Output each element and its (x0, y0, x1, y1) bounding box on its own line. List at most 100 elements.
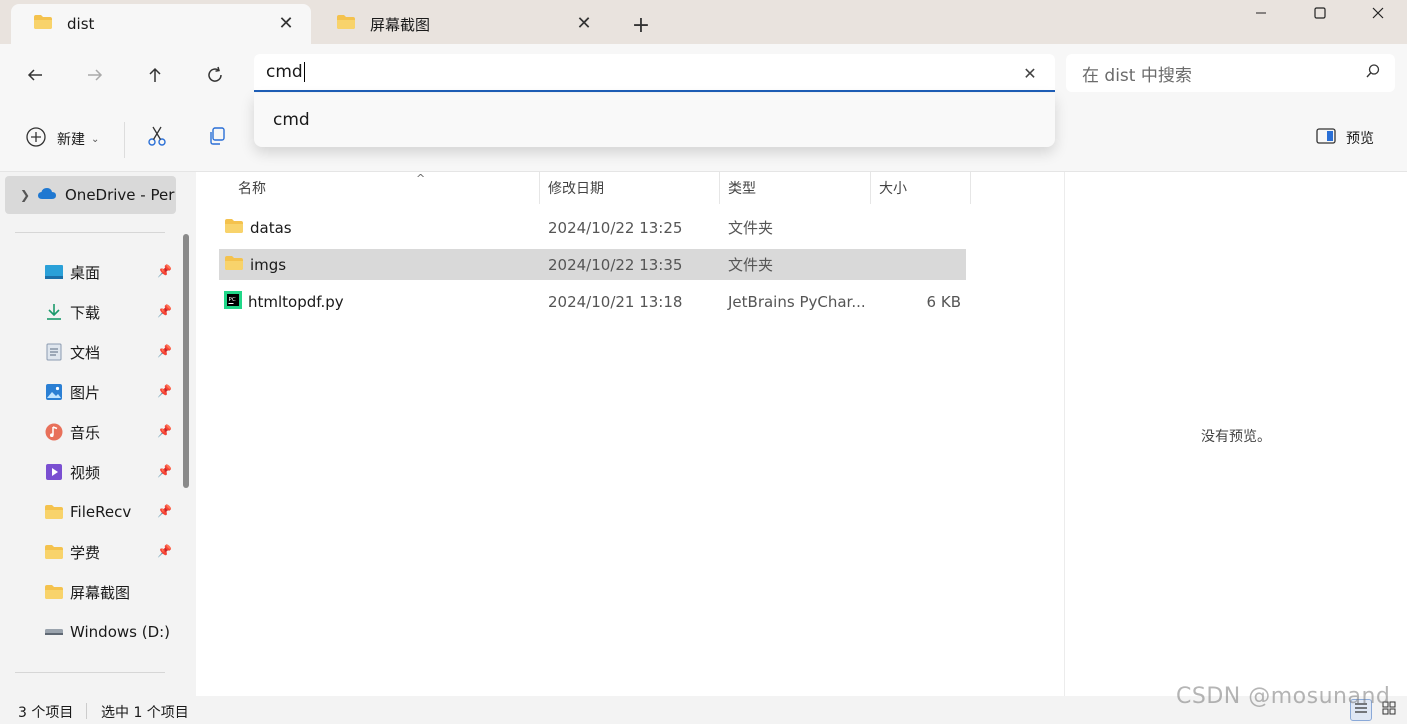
close-window-button[interactable] (1355, 0, 1401, 26)
file-name: imgs (250, 255, 287, 274)
search-icon[interactable] (1365, 63, 1381, 84)
sidebar-item-music[interactable]: 音乐 📌 (44, 418, 174, 446)
sidebar-item-label: 桌面 (70, 263, 101, 282)
preview-pane-icon (1316, 128, 1336, 148)
sidebar-item-label: 音乐 (70, 423, 101, 442)
sidebar-item-label: 文档 (70, 343, 101, 362)
search-input[interactable]: 在 dist 中搜索 (1066, 54, 1395, 92)
close-tab-icon[interactable]: ✕ (275, 12, 297, 34)
back-button[interactable] (20, 60, 50, 90)
column-label: 类型 (728, 181, 756, 197)
maximize-button[interactable] (1297, 0, 1343, 26)
suggestion-text: cmd (273, 110, 310, 130)
folder-icon (224, 218, 244, 238)
sidebar-divider (15, 672, 165, 673)
sidebar-scrollbar[interactable] (183, 234, 189, 488)
pin-icon[interactable]: 📌 (157, 304, 172, 318)
videos-icon (44, 462, 64, 482)
pictures-icon (44, 382, 64, 402)
sidebar-item-label: Windows (D:) (70, 623, 171, 641)
preview-pane-button[interactable]: 预览 (1316, 128, 1374, 148)
preview-label: 预览 (1346, 131, 1374, 147)
music-icon (44, 422, 64, 442)
watermark: CSDN @mosunand (1176, 684, 1391, 709)
table-row[interactable]: PC htmltopdf.py 2024/10/21 13:18 JetBrai… (219, 286, 966, 317)
sidebar-item-downloads[interactable]: 下载 📌 (44, 298, 174, 326)
file-type: 文件夹 (728, 256, 774, 274)
sidebar-item-screenshots[interactable]: 屏幕截图 (44, 578, 174, 606)
new-button[interactable]: 新建 ⌄ (25, 126, 99, 152)
tab-label: dist (67, 15, 95, 33)
cut-button[interactable] (145, 126, 169, 150)
svg-text:PC: PC (229, 297, 236, 303)
pin-icon[interactable]: 📌 (157, 424, 172, 438)
sidebar-item-label: 视频 (70, 463, 101, 482)
column-header-type[interactable]: 类型 (720, 172, 871, 204)
scissors-icon (147, 125, 167, 151)
up-button[interactable] (140, 60, 170, 90)
folder-icon (33, 14, 53, 34)
sidebar-item-videos[interactable]: 视频 📌 (44, 458, 174, 486)
preview-pane: 没有预览。 (1064, 172, 1407, 696)
no-preview-message: 没有预览。 (1201, 429, 1271, 445)
file-name: htmltopdf.py (248, 292, 344, 311)
file-name: datas (250, 218, 292, 237)
pin-icon[interactable]: 📌 (157, 504, 172, 518)
pin-icon[interactable]: 📌 (157, 384, 172, 398)
copy-icon (207, 126, 227, 150)
minimize-button[interactable] (1238, 0, 1284, 26)
column-label: 大小 (879, 181, 907, 197)
sidebar-item-drive-d[interactable]: Windows (D:) (44, 618, 174, 646)
onedrive-cloud-icon (37, 186, 57, 204)
sidebar-item-tuition[interactable]: 学费 📌 (44, 538, 174, 566)
sidebar-item-label: 屏幕截图 (70, 583, 131, 602)
tab-bar: dist ✕ 屏幕截图 ✕ + (0, 0, 1407, 44)
file-size: 6 KB (926, 292, 961, 311)
plus-circle-icon (25, 126, 47, 152)
address-input[interactable]: cmd ✕ (254, 54, 1055, 92)
sort-ascending-icon: ^ (416, 172, 426, 185)
sidebar-item-label: 下载 (70, 303, 101, 322)
column-label: 修改日期 (548, 181, 604, 197)
table-row[interactable]: datas 2024/10/22 13:25 文件夹 (219, 212, 966, 243)
sidebar-item-pictures[interactable]: 图片 📌 (44, 378, 174, 406)
tab-dist[interactable]: dist ✕ (11, 4, 311, 44)
sidebar-item-label: 学费 (70, 543, 101, 562)
new-tab-button[interactable]: + (628, 12, 654, 38)
pin-icon[interactable]: 📌 (157, 264, 172, 278)
navigation-pane: ❯ OneDrive - Per 桌面 📌 下载 📌 文档 📌 图片 📌 音乐 … (0, 172, 196, 696)
folder-icon (336, 14, 356, 34)
column-label: 名称 (238, 181, 266, 197)
file-name-cell: imgs (224, 249, 286, 280)
toolbar-divider (124, 122, 125, 158)
file-size (879, 249, 961, 280)
close-tab-icon[interactable]: ✕ (573, 12, 595, 34)
copy-button[interactable] (205, 126, 229, 150)
column-header-size[interactable]: 大小 (871, 172, 971, 204)
column-header-name[interactable]: 名称 ^ (230, 172, 540, 204)
sidebar-item-documents[interactable]: 文档 📌 (44, 338, 174, 366)
sidebar-item-label: FileRecv (70, 503, 132, 521)
sidebar-item-label: OneDrive - Per (65, 186, 175, 204)
sidebar-item-filerecv[interactable]: FileRecv 📌 (44, 498, 174, 526)
tab-screenshots[interactable]: 屏幕截图 ✕ (314, 4, 609, 44)
file-list: 名称 ^ 修改日期 类型 大小 datas 2024/10/22 13:25 文… (196, 172, 1064, 696)
file-name-cell: PC htmltopdf.py (224, 286, 344, 317)
search-placeholder: 在 dist 中搜索 (1082, 65, 1192, 86)
pin-icon[interactable]: 📌 (157, 544, 172, 558)
forward-button[interactable] (80, 60, 110, 90)
refresh-button[interactable] (200, 60, 230, 90)
table-row[interactable]: imgs 2024/10/22 13:35 文件夹 (219, 249, 966, 280)
pin-icon[interactable]: 📌 (157, 344, 172, 358)
sidebar-item-onedrive[interactable]: ❯ OneDrive - Per (5, 176, 176, 214)
sidebar-item-desktop[interactable]: 桌面 📌 (44, 258, 174, 286)
column-header-date[interactable]: 修改日期 (540, 172, 720, 204)
pin-icon[interactable]: 📌 (157, 464, 172, 478)
file-size (879, 212, 961, 243)
download-icon (44, 302, 64, 322)
chevron-right-icon[interactable]: ❯ (13, 188, 37, 202)
clear-icon[interactable]: ✕ (1019, 62, 1041, 84)
file-date: 2024/10/21 13:18 (548, 292, 683, 311)
address-suggestion-item[interactable]: cmd (254, 93, 1055, 147)
sidebar-item-label: 图片 (70, 383, 101, 402)
